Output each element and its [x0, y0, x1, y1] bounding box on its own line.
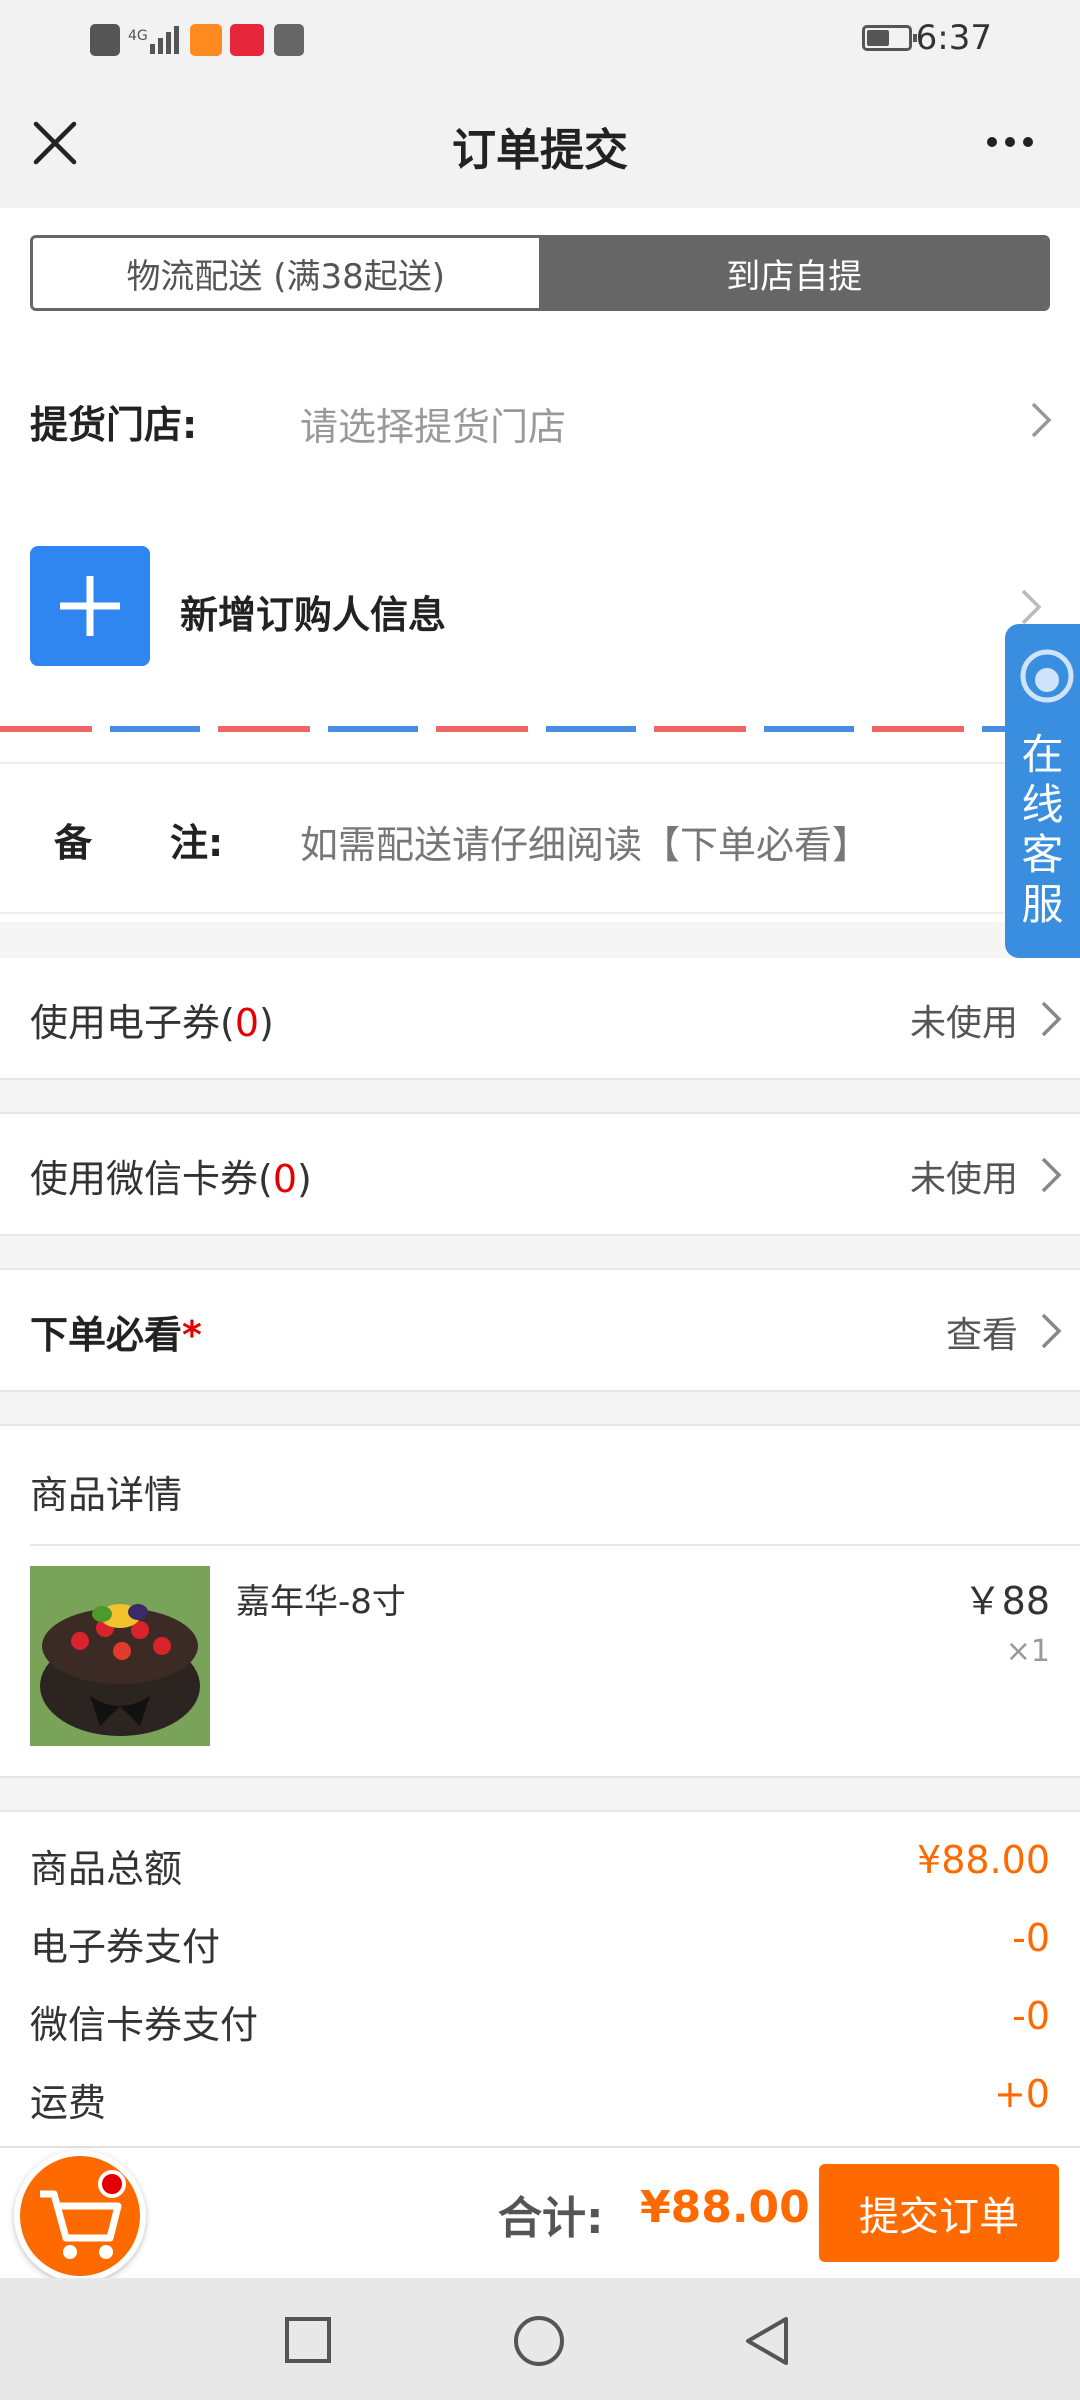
product-quantity: ×1 [1005, 1634, 1050, 1669]
chevron-right-icon [1031, 402, 1052, 438]
headset-icon [1020, 649, 1074, 703]
must-read-label: 下单必看* [30, 1313, 202, 1357]
e-coupon-row[interactable]: 使用电子券(0) 未使用 [0, 958, 1080, 1078]
summary-label: 运费 [30, 2081, 107, 2125]
total-value: ¥88.00 [640, 2182, 810, 2233]
remark-row[interactable]: 备 注: 如需配送请仔细阅读【下单必看】 [0, 762, 1080, 914]
wechat-coupon-row[interactable]: 使用微信卡券(0) 未使用 [0, 1114, 1080, 1234]
price-summary: 商品总额 ¥88.00 电子券支付 -0 微信卡券支付 -0 运费 +0 [0, 1812, 1080, 2146]
app-header: 订单提交 [0, 80, 1080, 208]
summary-label: 微信卡券支付 [30, 2003, 259, 2047]
pickup-store-row[interactable]: 提货门店: 请选择提货门店 [0, 368, 1080, 468]
status-time: 6:37 [915, 18, 992, 58]
summary-row-wechat-coupon: 微信卡券支付 -0 [0, 1986, 1080, 2047]
submit-order-button[interactable]: 提交订单 [819, 2164, 1059, 2262]
section-spacer [0, 1078, 1080, 1114]
product-price: ￥88 [963, 1579, 1050, 1623]
online-service-label: 在线客服 [1021, 730, 1064, 929]
product-name: 嘉年华-8寸 [236, 1582, 406, 1622]
summary-row-goods-total: 商品总额 ¥88.00 [0, 1830, 1080, 1891]
status-bar: 4G 6:37 [0, 0, 1080, 80]
battery-icon [862, 25, 917, 51]
add-buyer-row[interactable]: 新增订购人信息 [0, 546, 1080, 670]
checkout-bar: 合计: ¥88.00 提交订单 [0, 2146, 1080, 2278]
wechat-coupon-status: 未使用 [909, 1159, 1018, 1200]
e-coupon-label: 使用电子券(0) [30, 1001, 274, 1045]
section-spacer [0, 1776, 1080, 1812]
section-spacer [0, 1234, 1080, 1270]
required-mark: * [182, 1313, 202, 1357]
e-coupon-status: 未使用 [909, 1003, 1018, 1044]
page-title: 订单提交 [452, 125, 628, 176]
summary-value: -0 [1012, 1994, 1050, 2038]
plus-icon [60, 576, 120, 636]
wechat-coupon-label: 使用微信卡券(0) [30, 1157, 312, 1201]
total-label: 合计: [498, 2193, 604, 2244]
recent-apps-icon[interactable] [284, 2316, 332, 2364]
product-image [30, 1566, 210, 1746]
delivery-mode-tabs: 物流配送 (满38起送) 到店自提 [30, 235, 1050, 311]
tab-logistics-delivery[interactable]: 物流配送 (满38起送) [33, 238, 542, 308]
pickup-store-label: 提货门店: [30, 403, 198, 447]
system-nav-bar [0, 2278, 1080, 2400]
remark-label-a: 备 [54, 821, 93, 865]
product-item[interactable]: 嘉年华-8寸 ￥88 ×1 [0, 1546, 1080, 1776]
chevron-right-icon [1041, 1313, 1062, 1349]
video-app-icon [190, 24, 222, 56]
remark-input[interactable]: 如需配送请仔细阅读【下单必看】 [300, 814, 870, 869]
add-buyer-label: 新增订购人信息 [180, 593, 447, 637]
summary-value: +0 [993, 2072, 1050, 2116]
app-icon [230, 24, 264, 56]
hms-icon [274, 24, 304, 56]
product-section: 商品详情 嘉年华-8寸 ￥88 ×1 [0, 1426, 1080, 1776]
must-read-row[interactable]: 下单必看* 查看 [0, 1270, 1080, 1390]
tab-store-pickup[interactable]: 到店自提 [541, 238, 1047, 308]
wechat-coupon-count: 0 [272, 1157, 298, 1201]
section-spacer [0, 1390, 1080, 1426]
summary-row-shipping: 运费 +0 [0, 2064, 1080, 2125]
summary-label: 商品总额 [30, 1847, 183, 1891]
chevron-right-icon [1041, 1001, 1062, 1037]
cart-button[interactable] [14, 2150, 146, 2282]
envelope-divider [0, 726, 1010, 732]
pickup-store-placeholder: 请选择提货门店 [300, 405, 567, 449]
remark-label-b: 注: [170, 821, 224, 865]
svg-text:4G: 4G [128, 28, 148, 44]
product-section-title: 商品详情 [30, 1473, 183, 1517]
order-content: 物流配送 (满38起送) 到店自提 提货门店: 请选择提货门店 新增订购人信息 … [0, 208, 1080, 2146]
online-service-button[interactable]: 在线客服 [1005, 624, 1080, 958]
chevron-right-icon [1041, 1157, 1062, 1193]
chevron-right-icon [1021, 589, 1042, 625]
hd-icon [90, 24, 120, 56]
add-buyer-button[interactable] [30, 546, 150, 666]
back-icon[interactable] [740, 2314, 794, 2368]
summary-value: ¥88.00 [917, 1838, 1050, 1882]
cart-badge [98, 2170, 126, 2198]
summary-row-e-coupon: 电子券支付 -0 [0, 1908, 1080, 1969]
signal-icon: 4G [128, 24, 180, 56]
summary-value: -0 [1012, 1916, 1050, 1960]
more-icon[interactable] [980, 120, 1040, 164]
must-read-view: 查看 [945, 1315, 1018, 1356]
home-icon[interactable] [512, 2314, 566, 2368]
e-coupon-count: 0 [234, 1001, 260, 1045]
summary-label: 电子券支付 [30, 1925, 221, 1969]
